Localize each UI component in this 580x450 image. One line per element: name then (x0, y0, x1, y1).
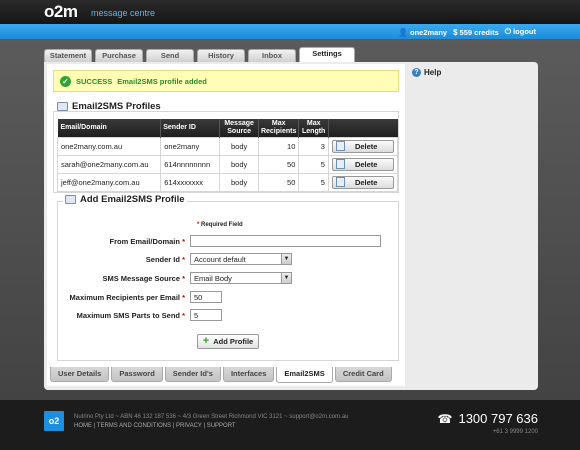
max-recipients-row: Maximum Recipients per Email * 50 (47, 290, 405, 304)
settings-content: ✓ SUCCESS Email2SMS profile added Email2… (47, 64, 405, 386)
company-info: Nutrino Pty Ltd ~ ABN 46 132 187 536 ~ 4… (74, 414, 349, 420)
intl-phone: +61 3 9999 1200 (492, 429, 538, 435)
tab-send[interactable]: Send (146, 49, 194, 62)
max-parts-label: Maximum SMS Parts to Send (76, 310, 180, 320)
table-row: one2many.com.au one2many body 10 3 Delet… (56, 137, 399, 156)
message-source-row: SMS Message Source * Email Body ▼ (47, 271, 405, 285)
alert-message: Email2SMS profile added (117, 76, 207, 86)
user-menu: 👤 one2many $559 credits ⏻ logout (398, 27, 536, 37)
phone-number: ☎ 1300 797 636 (437, 411, 538, 426)
footer-info: Nutrino Pty Ltd ~ ABN 46 132 187 536 ~ 4… (74, 413, 348, 431)
col-max-recipients: Max Recipients (257, 119, 299, 138)
profiles-table: Email/Domain Sender ID Message Source Ma… (56, 119, 399, 192)
subtab-credit-card[interactable]: Credit Card (334, 367, 392, 382)
user-icon: 👤 (398, 27, 408, 37)
cell-max-recipients: 10 (257, 137, 300, 156)
cell-source: body (219, 173, 259, 192)
message-source-label: SMS Message Source (102, 273, 180, 283)
delete-button[interactable]: Delete (331, 139, 394, 153)
logout-icon: ⏻ (504, 27, 512, 36)
table-row: sarah@one2many.com.au 614nnnnnnnn body 5… (56, 155, 399, 174)
dollar-icon: $ (453, 27, 458, 37)
trash-icon (335, 159, 345, 170)
sender-id-label: Sender Id (145, 254, 180, 264)
top-header: o2m message centre (0, 0, 580, 24)
required-note: * Required Field (197, 222, 243, 228)
trash-icon (335, 177, 345, 188)
col-action (327, 119, 398, 138)
cell-action: Delete (327, 155, 399, 174)
footer-logo: o2 (44, 411, 64, 431)
subtab-interfaces[interactable]: Interfaces (222, 367, 275, 382)
footer: o2 Nutrino Pty Ltd ~ ABN 46 132 187 536 … (0, 400, 580, 450)
cell-action: Delete (327, 173, 399, 192)
cell-source: body (219, 137, 259, 156)
trash-icon (335, 141, 345, 152)
sender-id-select[interactable]: Account default ▼ (190, 253, 292, 265)
tab-history[interactable]: History (197, 49, 245, 62)
alert-status: SUCCESS (76, 76, 113, 86)
cell-sender: 614nnnnnnnn (160, 155, 221, 174)
table-header-row: Email/Domain Sender ID Message Source Ma… (57, 119, 398, 138)
cell-max-length: 5 (298, 155, 329, 174)
sender-id-row: Sender Id * Account default ▼ (47, 252, 405, 266)
col-email: Email/Domain (57, 119, 161, 138)
plus-icon: + (202, 335, 210, 347)
chevron-down-icon: ▼ (281, 273, 291, 283)
add-profile-button[interactable]: + Add Profile (197, 334, 259, 349)
chevron-down-icon: ▼ (281, 254, 291, 264)
max-parts-row: Maximum SMS Parts to Send * 5 (47, 308, 405, 322)
cell-email: sarah@one2many.com.au (56, 155, 162, 174)
cell-email: one2many.com.au (56, 137, 162, 156)
cell-max-length: 3 (298, 137, 329, 156)
tab-statement[interactable]: Statement (44, 49, 92, 62)
max-recipients-input[interactable]: 50 (190, 291, 222, 303)
col-sender: Sender ID (160, 119, 220, 138)
logout-link[interactable]: ⏻ logout (505, 27, 536, 37)
col-max-length: Max Length (298, 119, 329, 138)
max-parts-input[interactable]: 5 (190, 309, 222, 321)
subtab-user-details[interactable]: User Details (50, 367, 110, 382)
settings-subtabs: User Details Password Sender Id's Interf… (50, 367, 392, 383)
from-email-label: From Email/Domain (109, 236, 180, 246)
o2m-logo[interactable]: o2m (44, 2, 78, 22)
cell-max-length: 5 (298, 173, 329, 192)
cell-max-recipients: 50 (257, 155, 300, 174)
phone-icon: ☎ (437, 411, 453, 426)
subtab-email2sms[interactable]: Email2SMS (276, 367, 333, 383)
user-add-icon (65, 195, 76, 204)
col-source: Message Source (219, 119, 259, 138)
credits-link[interactable]: $559 credits (453, 28, 499, 37)
from-email-row: From Email/Domain * (47, 234, 405, 248)
add-profile-heading: Add Email2SMS Profile (63, 194, 187, 205)
tab-settings[interactable]: Settings (299, 47, 355, 62)
user-link[interactable]: 👤 one2many (398, 28, 447, 37)
help-link[interactable]: ? Help (412, 68, 532, 77)
main-tabs: Statement Purchase Send History Inbox Se… (44, 47, 355, 62)
from-email-input[interactable] (190, 235, 381, 247)
cell-action: Delete (327, 137, 399, 156)
subtab-password[interactable]: Password (111, 367, 163, 382)
envelope-icon (57, 102, 68, 111)
check-circle-icon: ✓ (60, 75, 71, 87)
cell-sender: 614xxxxxxx (160, 173, 221, 192)
tab-inbox[interactable]: Inbox (248, 49, 296, 62)
delete-button[interactable]: Delete (331, 175, 394, 189)
footer-links[interactable]: HOME | TERMS AND CONDITIONS | PRIVACY | … (74, 422, 348, 431)
tab-purchase[interactable]: Purchase (95, 49, 143, 62)
cell-email: jeff@one2many.com.au (56, 173, 162, 192)
delete-button[interactable]: Delete (331, 157, 394, 171)
table-row: jeff@one2many.com.au 614xxxxxxx body 50 … (56, 173, 399, 192)
success-alert: ✓ SUCCESS Email2SMS profile added (53, 70, 399, 92)
cell-source: body (219, 155, 259, 174)
cell-sender: one2many (160, 137, 221, 156)
cell-max-recipients: 50 (257, 173, 300, 192)
settings-panel: ✓ SUCCESS Email2SMS profile added Email2… (44, 62, 538, 390)
help-sidebar: ? Help (412, 68, 532, 77)
help-icon: ? (412, 68, 421, 77)
app-subtitle: message centre (91, 8, 156, 18)
message-source-select[interactable]: Email Body ▼ (190, 272, 292, 284)
max-recipients-label: Maximum Recipients per Email (69, 292, 180, 302)
subtab-sender-ids[interactable]: Sender Id's (164, 367, 221, 382)
